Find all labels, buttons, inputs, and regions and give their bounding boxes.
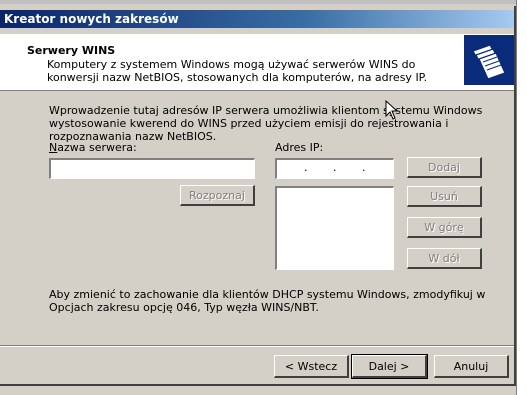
move-up-button[interactable]: W górę [407,217,482,238]
folder-stack-icon [464,35,514,85]
resolve-button[interactable]: Rozpoznaj [180,185,255,206]
next-button[interactable]: Dalej > [351,354,428,379]
ip-address-list[interactable] [275,186,394,270]
add-button[interactable]: Dodaj [407,157,482,178]
intro-text: Wprowadzenie tutaj adresów IP serwera um… [49,104,483,143]
remove-button[interactable]: Usuń [407,186,482,207]
move-down-button[interactable]: W dół [407,248,482,269]
cancel-button[interactable]: Anuluj [434,355,509,378]
mouse-cursor-icon [385,100,399,120]
background-window-edge [516,0,527,395]
background-window-strip [0,0,527,4]
ip-address-label: Adres IP: [275,141,324,154]
wizard-dialog: Kreator nowych zakresów Serwery WINS Kom… [0,6,516,386]
dhcp-note: Aby zmienić to zachowanie dla klientów D… [49,288,486,314]
header-subtitle: Komputery z systemem Windows mogą używać… [47,58,428,84]
wizard-header: Serwery WINS Komputery z systemem Window… [0,34,514,91]
ip-address-input[interactable]: . . . [275,158,394,179]
ip-dots: . . . [304,161,366,174]
window-title: Kreator nowych zakresów [4,12,179,26]
title-bar[interactable]: Kreator nowych zakresów [0,10,514,28]
header-title: Serwery WINS [27,44,116,57]
back-button[interactable]: < Wstecz [274,355,349,378]
footer-separator [0,345,514,347]
server-name-label: Nazwa serwera: [49,141,137,154]
server-name-input[interactable] [49,158,255,179]
